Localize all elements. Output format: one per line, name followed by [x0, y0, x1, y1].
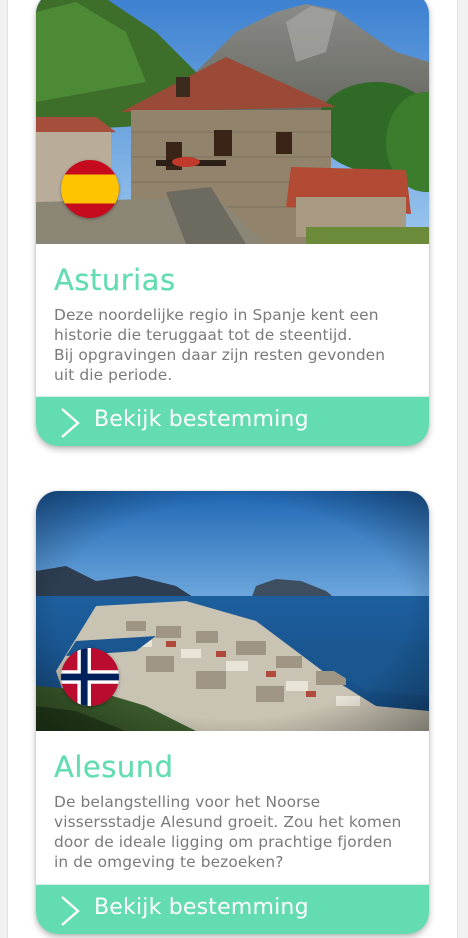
view-destination-label: Bekijk bestemming	[94, 895, 309, 920]
spain-flag-icon	[61, 160, 119, 218]
chevron-right-icon	[58, 407, 82, 439]
description-line: uit die periode.	[54, 366, 173, 384]
description-line: door de ideale ligging om prachtige fjor…	[54, 833, 393, 851]
description-line: historie die teruggaat tot de steentijd.	[54, 326, 353, 344]
norway-flag-icon	[61, 648, 119, 706]
chevron-right-icon	[58, 895, 82, 927]
description-line: De belangstelling voor het Noorse	[54, 793, 321, 811]
view-destination-button[interactable]: Bekijk bestemming	[36, 396, 429, 446]
destination-title: Asturias	[54, 263, 176, 297]
destination-description: Deze noordelijke regio in Spanje kent ee…	[54, 305, 414, 385]
description-line: vissersstadje Alesund groeit. Zou het ko…	[54, 813, 402, 831]
destination-card-alesund: Alesund De belangstelling voor het Noors…	[36, 491, 429, 934]
description-line: in de omgeving te bezoeken?	[54, 853, 284, 871]
destination-card-asturias: Asturias Deze noordelijke regio in Spanj…	[36, 0, 429, 446]
description-line: Bij opgravingen daar zijn resten gevonde…	[54, 346, 386, 364]
view-destination-button[interactable]: Bekijk bestemming	[36, 884, 429, 934]
destination-title: Alesund	[54, 750, 174, 784]
description-line: Deze noordelijke regio in Spanje kent ee…	[54, 306, 379, 324]
view-destination-label: Bekijk bestemming	[94, 407, 309, 432]
destination-description: De belangstelling voor het Noorse visser…	[54, 792, 414, 872]
